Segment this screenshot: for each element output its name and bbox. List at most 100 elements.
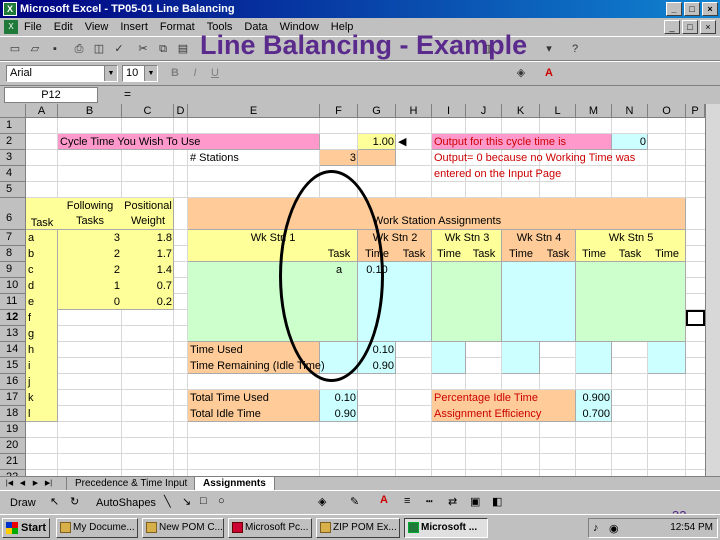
task-cell[interactable]: l [26,407,58,423]
time-used-value[interactable]: 0.10 [358,343,396,359]
taskbar-item-zip-pom[interactable]: ZIP POM Ex... [316,518,400,538]
following-cell[interactable]: 1 [58,279,122,295]
taskbar-item-excel[interactable]: Microsoft ... [404,518,488,538]
weight-cell[interactable]: 1.8 [122,231,174,247]
time-subheader[interactable]: Time [576,247,612,263]
arrow-style-icon[interactable]: ⇄ [448,495,457,508]
network-icon[interactable]: ◉ [609,522,619,535]
row-header[interactable]: 1 [0,118,26,134]
row-header[interactable]: 11 [0,294,26,310]
following-cell[interactable]: 3 [58,231,122,247]
total-idle-label[interactable]: Total Idle Time [188,407,320,423]
task-subheader[interactable]: Task [396,247,432,263]
line-icon[interactable]: ╲ [164,495,171,508]
open-folder-icon[interactable]: ▱ [26,41,44,58]
spelling-icon[interactable]: ✓ [110,41,128,58]
column-header[interactable]: I [432,104,466,118]
station-header[interactable]: Wk Stn 1 [188,231,358,247]
output-value[interactable]: 0 [612,135,648,151]
menu-format[interactable]: Format [160,21,195,33]
following-cell[interactable]: 0 [58,295,122,311]
column-header[interactable]: O [648,104,686,118]
task-cell[interactable]: b [26,247,58,263]
weight-cell[interactable]: 1.4 [122,263,174,279]
task-cell[interactable]: i [26,359,58,375]
task-subheader[interactable]: Task [540,247,576,263]
fill-color-icon[interactable]: ◈ [512,65,530,82]
column-header[interactable]: M [576,104,612,118]
new-file-icon[interactable]: ▭ [6,41,24,58]
chevron-down-icon[interactable]: ▼ [144,66,157,81]
print-preview-icon[interactable]: ◫ [90,41,108,58]
line-style-icon[interactable]: ≡ [404,495,410,507]
zoom-icon[interactable]: ▾ [540,41,558,58]
task-header[interactable]: Task [26,199,58,231]
selected-cell[interactable] [686,310,705,326]
3d-icon[interactable]: ◧ [492,495,502,508]
time-remaining-label[interactable]: Time Remaining (Idle Time) [188,359,358,375]
time-subheader[interactable]: Time [358,247,396,263]
weight-cell[interactable]: 0.2 [122,295,174,311]
task-cell[interactable]: e [26,295,58,311]
row-header[interactable]: 10 [0,278,26,294]
formula-equals[interactable]: = [124,87,131,101]
print-icon[interactable]: ⎙ [70,41,88,58]
workbook-icon[interactable]: X [4,20,18,34]
task-cell[interactable]: d [26,279,58,295]
cycle-time-label[interactable]: Cycle Time You Wish To Use [58,135,320,151]
column-header[interactable]: J [466,104,502,118]
column-header[interactable]: F [320,104,358,118]
font-color-icon[interactable]: A [380,494,388,506]
autoshapes-menu[interactable]: AutoShapes [96,497,156,509]
task-cell[interactable]: k [26,391,58,407]
efficiency-value[interactable]: 0.700 [576,407,612,423]
station1-time[interactable]: 0.10 [358,263,396,279]
window-title-bar[interactable]: X Microsoft Excel - TP05-01 Line Balanci… [0,0,720,18]
row-header[interactable]: 4 [0,166,26,182]
efficiency-label[interactable]: Assignment Efficiency [432,407,576,423]
row-header[interactable]: 12 [0,310,26,326]
taskbar-item-powerpoint[interactable]: Microsoft Pc... [228,518,312,538]
arrow-left-icon[interactable]: ◀ [396,135,432,151]
column-header[interactable]: D [174,104,188,118]
station-header[interactable]: Wk Stn 4 [502,231,576,247]
column-header[interactable]: H [396,104,432,118]
column-header[interactable]: E [188,104,320,118]
menu-file[interactable]: File [24,21,42,33]
font-color-icon[interactable]: A [540,65,558,82]
task-cell[interactable]: c [26,263,58,279]
stations-label[interactable]: # Stations [188,151,320,167]
weight-cell[interactable]: 0.7 [122,279,174,295]
row-header[interactable]: 20 [0,438,26,454]
tab-assignments[interactable]: Assignments [194,477,275,491]
following-cell[interactable]: 2 [58,247,122,263]
column-header[interactable]: P [686,104,705,118]
menu-insert[interactable]: Insert [120,21,148,33]
name-box[interactable]: P12 [4,87,98,103]
close-button[interactable]: × [702,2,718,16]
clock[interactable]: 12:54 PM [670,522,713,533]
restore-button[interactable]: □ [684,2,700,16]
font-size-select[interactable]: 10 ▼ [122,65,158,82]
row-header[interactable]: 19 [0,422,26,438]
following-tasks-header-line2[interactable]: Tasks [58,214,122,228]
chevron-down-icon[interactable]: ▼ [104,66,117,81]
row-header[interactable]: 3 [0,150,26,166]
vertical-scrollbar[interactable] [705,104,720,476]
row-header[interactable]: 18 [0,406,26,422]
column-header[interactable]: K [502,104,540,118]
first-sheet-icon[interactable]: |◀ [4,478,15,490]
pct-idle-value[interactable]: 0.900 [576,391,612,407]
doc-restore-button[interactable]: □ [682,20,698,34]
time-subheader[interactable]: Time [432,247,466,263]
font-name-select[interactable]: Arial ▼ [6,65,118,82]
task-subheader[interactable]: Task [466,247,502,263]
task-cell[interactable]: g [26,327,58,343]
last-sheet-icon[interactable]: ▶| [43,478,54,490]
task-subheader[interactable]: Task [612,247,648,263]
row-header[interactable]: 15 [0,358,26,374]
row-header[interactable]: 17 [0,390,26,406]
copy-icon[interactable]: ⧉ [154,41,172,58]
row-header[interactable]: 2 [0,134,26,150]
task-cell[interactable]: j [26,375,58,391]
